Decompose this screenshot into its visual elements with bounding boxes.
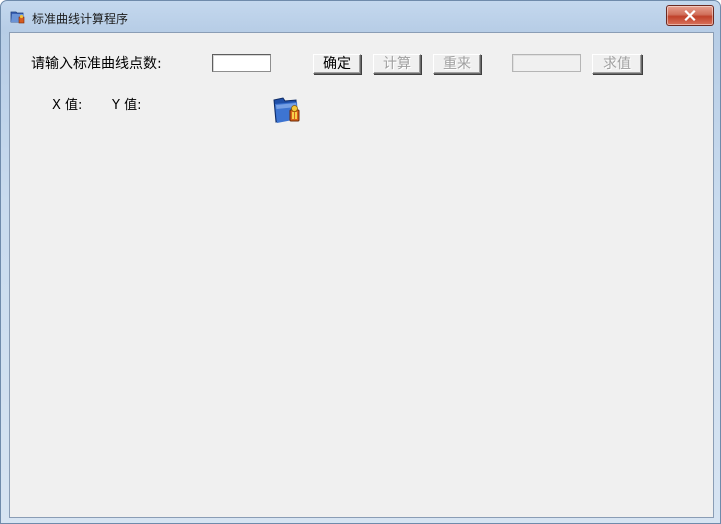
x-value-label: X 值: <box>52 98 83 113</box>
reset-button[interactable]: 重来 <box>433 54 481 74</box>
client-area: 请输入标准曲线点数: 确定 计算 重来 求值 X 值: Y 值: <box>9 32 714 518</box>
close-button[interactable] <box>666 5 714 26</box>
folder-icon <box>272 94 304 126</box>
point-count-input[interactable] <box>212 54 271 72</box>
solve-button[interactable]: 求值 <box>592 54 642 74</box>
confirm-button[interactable]: 确定 <box>313 54 361 74</box>
app-folder-icon <box>10 9 26 25</box>
close-icon <box>684 10 696 21</box>
result-field[interactable] <box>512 54 581 72</box>
point-count-label: 请输入标准曲线点数: <box>31 56 162 72</box>
y-value-label: Y 值: <box>112 98 142 113</box>
title-bar[interactable]: 标准曲线计算程序 <box>1 1 720 32</box>
calculate-button[interactable]: 计算 <box>373 54 421 74</box>
main-window: 标准曲线计算程序 请输入标准曲线点数: 确定 计算 重来 求值 X 值: Y 值… <box>0 0 721 524</box>
window-title: 标准曲线计算程序 <box>32 12 129 26</box>
